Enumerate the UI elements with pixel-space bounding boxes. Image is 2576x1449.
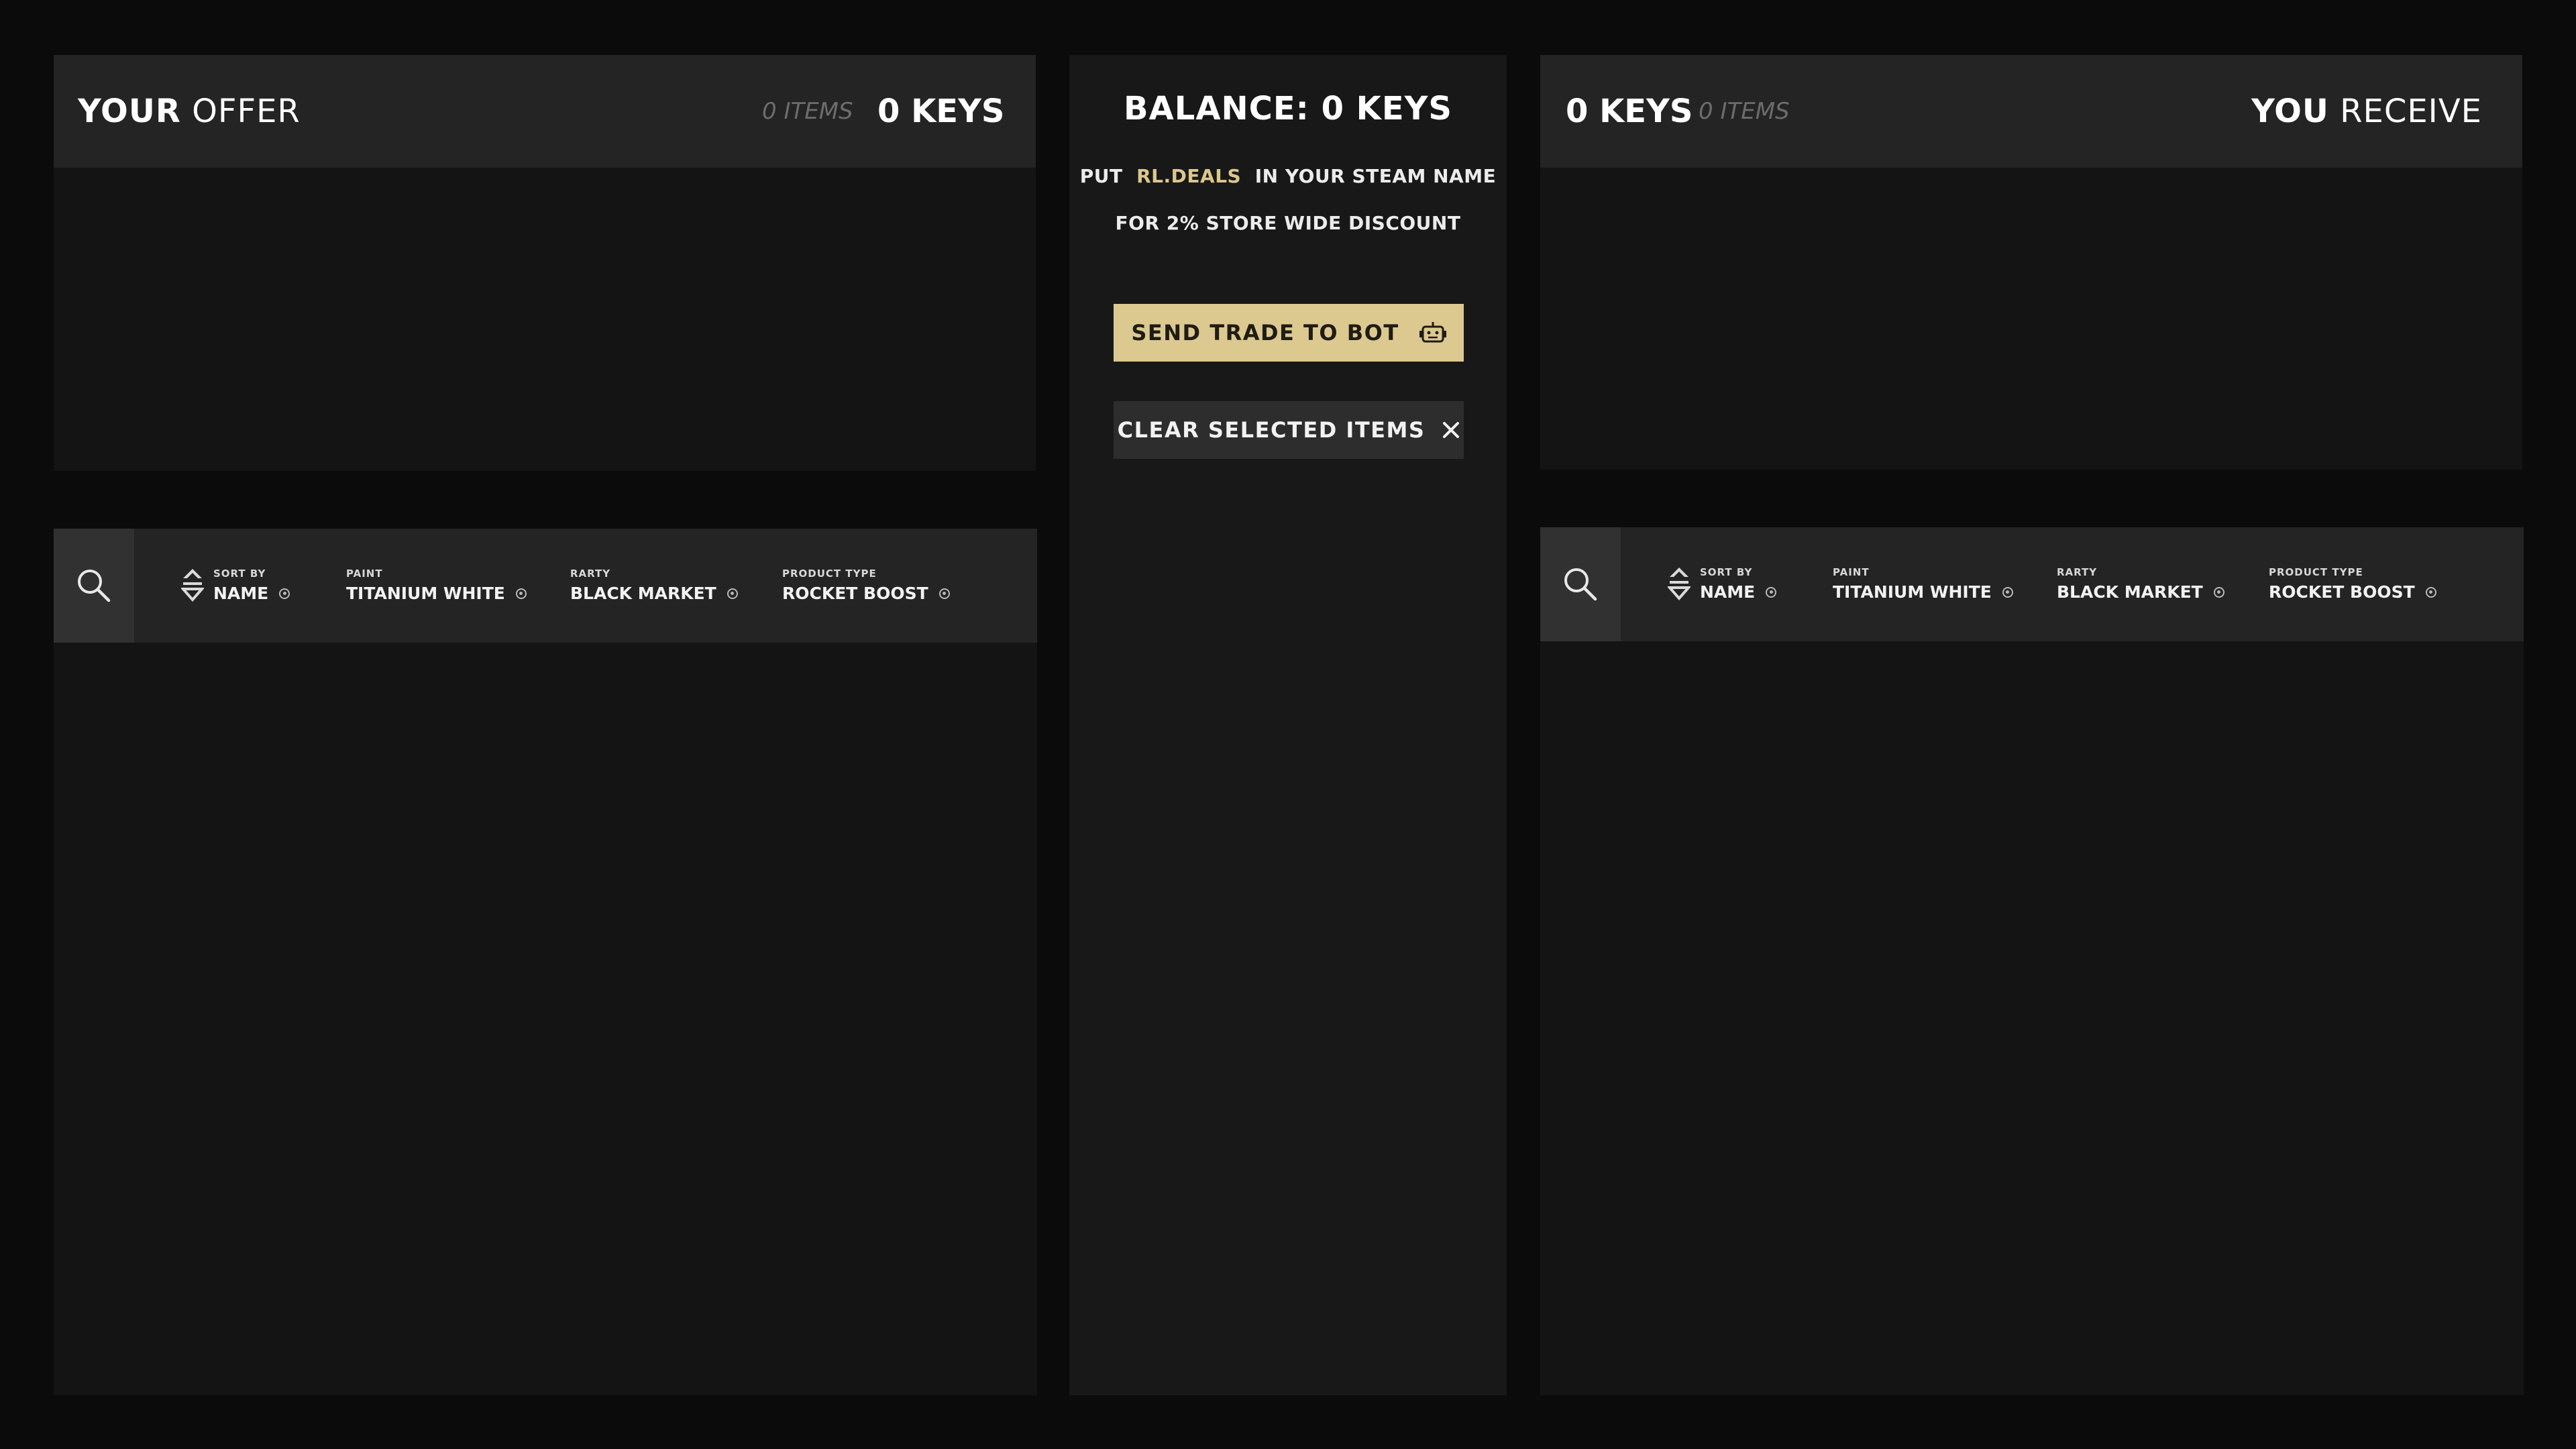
your-offer-panel: YOUR OFFER 0 ITEMS 0 KEYS — [54, 55, 1036, 471]
dropdown-icon — [515, 588, 527, 599]
rarity-filter[interactable]: RARTY BLACK MARKET — [570, 568, 738, 603]
dropdown-icon — [938, 588, 950, 599]
promo-line-2: FOR 2% STORE WIDE DISCOUNT — [1115, 212, 1461, 234]
rarity-label: RARTY — [570, 568, 611, 580]
close-icon — [1443, 422, 1460, 438]
clear-selected-label: CLEAR SELECTED ITEMS — [1117, 417, 1426, 443]
you-receive-header: 0 KEYS 0 ITEMS YOU RECEIVE — [1540, 55, 2522, 168]
your-offer-header: YOUR OFFER 0 ITEMS 0 KEYS — [54, 55, 1036, 168]
your-inventory-filter-bar: SORT BY NAME PAINT TITANIUM WHITE RARTY … — [54, 529, 1037, 643]
dropdown-icon — [1766, 586, 1777, 598]
product-type-filter[interactable]: PRODUCT TYPE ROCKET BOOST — [2269, 566, 2436, 602]
product-type-label: PRODUCT TYPE — [2269, 566, 2363, 578]
trade-summary-panel: BALANCE: 0 KEYS PUT RL.DEALS IN YOUR STE… — [1069, 55, 1507, 1395]
product-type-label: PRODUCT TYPE — [782, 568, 877, 580]
search-button[interactable] — [1540, 527, 1621, 641]
paint-label: PAINT — [346, 568, 383, 580]
dropdown-icon — [727, 588, 738, 599]
paint-filter[interactable]: PAINT TITANIUM WHITE — [1833, 566, 2013, 602]
your-offer-title: YOUR OFFER — [78, 93, 301, 130]
dropdown-icon — [279, 588, 290, 599]
your-offer-items-count: 0 ITEMS — [762, 98, 853, 125]
search-button[interactable] — [54, 529, 134, 643]
dropdown-icon — [2002, 586, 2013, 598]
rarity-filter[interactable]: RARTY BLACK MARKET — [2057, 566, 2224, 602]
you-receive-items-count: 0 ITEMS — [1699, 98, 1790, 125]
product-type-value: ROCKET BOOST — [2269, 582, 2415, 602]
send-trade-to-bot-button[interactable]: SEND TRADE TO BOT — [1114, 304, 1464, 362]
dropdown-icon — [2425, 586, 2436, 598]
rarity-label: RARTY — [2057, 566, 2098, 578]
you-receive-title: YOU RECEIVE — [2251, 93, 2482, 130]
balance-text: BALANCE: 0 KEYS — [1124, 90, 1452, 127]
rarity-value: BLACK MARKET — [2057, 582, 2203, 602]
your-offer-keys-count: 0 KEYS — [877, 93, 1005, 130]
bot-inventory-filter-bar: SORT BY NAME PAINT TITANIUM WHITE RARTY … — [1540, 527, 2524, 641]
paint-label: PAINT — [1833, 566, 1870, 578]
sort-by-filter[interactable]: SORT BY NAME — [1700, 566, 1777, 602]
sort-icon[interactable] — [181, 568, 204, 602]
send-trade-label: SEND TRADE TO BOT — [1131, 320, 1399, 345]
you-receive-keys-count: 0 KEYS — [1566, 93, 1693, 130]
sort-icon[interactable] — [1668, 566, 1690, 601]
sort-by-label: SORT BY — [213, 568, 266, 580]
paint-filter[interactable]: PAINT TITANIUM WHITE — [346, 568, 527, 603]
rarity-value: BLACK MARKET — [570, 584, 716, 603]
sort-by-value: NAME — [1700, 582, 1756, 602]
your-inventory-panel: SORT BY NAME PAINT TITANIUM WHITE RARTY … — [54, 529, 1037, 1395]
paint-value: TITANIUM WHITE — [1833, 582, 1992, 602]
promo-line-1: PUT RL.DEALS IN YOUR STEAM NAME — [1079, 165, 1497, 187]
product-type-filter[interactable]: PRODUCT TYPE ROCKET BOOST — [782, 568, 950, 603]
sort-by-value: NAME — [213, 584, 269, 603]
you-receive-panel: 0 KEYS 0 ITEMS YOU RECEIVE — [1540, 55, 2522, 470]
sort-by-filter[interactable]: SORT BY NAME — [213, 568, 290, 603]
bot-inventory-panel: SORT BY NAME PAINT TITANIUM WHITE RARTY … — [1540, 527, 2524, 1395]
product-type-value: ROCKET BOOST — [782, 584, 928, 603]
sort-by-label: SORT BY — [1700, 566, 1753, 578]
robot-icon — [1419, 322, 1446, 343]
clear-selected-items-button[interactable]: CLEAR SELECTED ITEMS — [1114, 401, 1464, 459]
search-icon — [1564, 568, 1597, 601]
paint-value: TITANIUM WHITE — [346, 584, 505, 603]
promo-highlight: RL.DEALS — [1136, 165, 1242, 187]
dropdown-icon — [2213, 586, 2224, 598]
search-icon — [78, 570, 111, 602]
